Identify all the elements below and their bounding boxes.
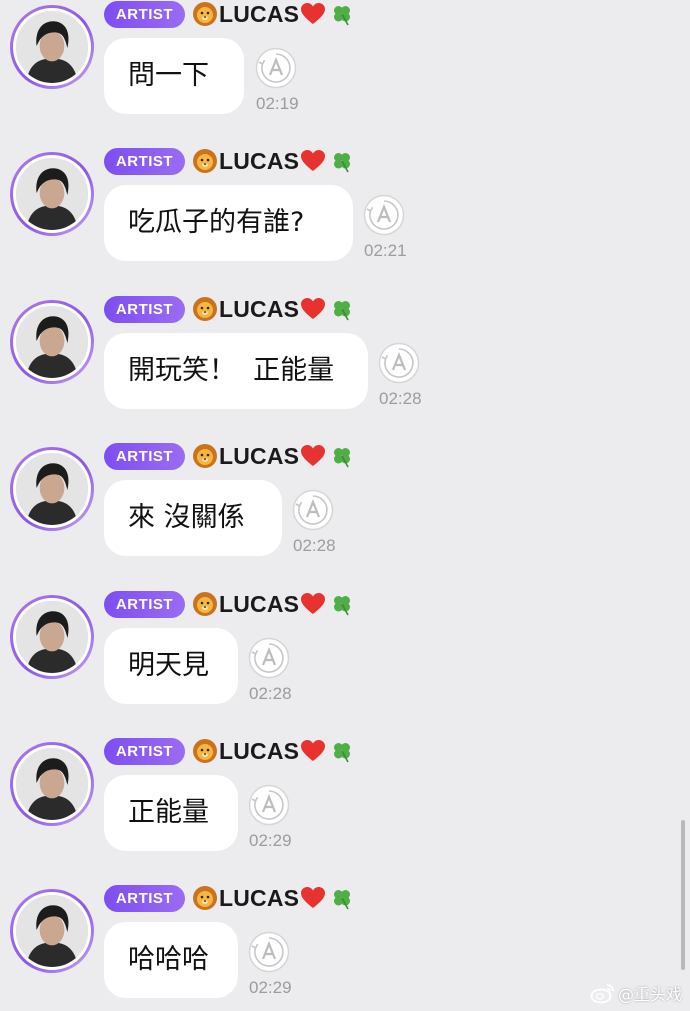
artist-badge: ARTIST xyxy=(104,885,185,912)
auto-translate-icon[interactable] xyxy=(378,342,420,384)
avatar-photo xyxy=(16,453,88,525)
avatar[interactable] xyxy=(10,152,94,236)
four-leaf-clover-icon xyxy=(334,301,351,321)
auto-translate-icon[interactable] xyxy=(248,784,290,826)
sender-name: LUCAS xyxy=(219,442,300,469)
sender-name: LUCAS xyxy=(219,884,300,911)
sender-name-row: LUCAS xyxy=(192,295,354,323)
lion-face-icon xyxy=(193,739,217,763)
weibo-logo-icon xyxy=(590,984,614,1004)
watermark-text: @重头戏 xyxy=(617,985,682,1004)
auto-translate-icon[interactable] xyxy=(363,194,405,236)
auto-translate-icon[interactable] xyxy=(248,931,290,973)
four-leaf-clover-icon xyxy=(334,890,351,910)
message-bubble[interactable]: 明天見 xyxy=(104,628,238,704)
message-time: 02:28 xyxy=(293,536,336,555)
red-heart-icon xyxy=(301,3,326,24)
red-heart-icon xyxy=(301,150,326,171)
scrollbar[interactable] xyxy=(681,820,685,970)
avatar-photo xyxy=(16,601,88,673)
chat-message: ARTIST LUCAS 正能量 02:29 xyxy=(0,737,690,867)
sender-name-row: LUCAS xyxy=(192,884,354,912)
artist-badge: ARTIST xyxy=(104,148,185,175)
avatar-photo xyxy=(16,306,88,378)
chat-message-list[interactable]: ARTIST LUCAS 問一下 02:19 ARTIST LUCAS 吃瓜子的… xyxy=(0,0,690,1011)
auto-translate-icon[interactable] xyxy=(248,637,290,679)
chat-message: ARTIST LUCAS 吃瓜子的有誰? 02:21 xyxy=(0,147,690,277)
avatar[interactable] xyxy=(10,595,94,679)
artist-badge: ARTIST xyxy=(104,296,185,323)
message-time: 02:28 xyxy=(379,389,422,408)
four-leaf-clover-icon xyxy=(334,153,351,173)
message-bubble[interactable]: 哈哈哈 xyxy=(104,922,238,998)
lion-face-icon xyxy=(193,297,217,321)
message-bubble[interactable]: 吃瓜子的有誰? xyxy=(104,185,353,261)
red-heart-icon xyxy=(301,740,326,761)
avatar[interactable] xyxy=(10,300,94,384)
red-heart-icon xyxy=(301,887,326,908)
message-bubble[interactable]: 問一下 xyxy=(104,38,244,114)
chat-message: ARTIST LUCAS 開玩笑！ 正能量 02:28 xyxy=(0,295,690,425)
lion-face-icon xyxy=(193,2,217,26)
lion-face-icon xyxy=(193,592,217,616)
red-heart-icon xyxy=(301,298,326,319)
artist-badge: ARTIST xyxy=(104,591,185,618)
sender-name: LUCAS xyxy=(219,147,300,174)
sender-name: LUCAS xyxy=(219,295,300,322)
sender-name-row: LUCAS xyxy=(192,590,354,618)
avatar[interactable] xyxy=(10,5,94,89)
lion-face-icon xyxy=(193,444,217,468)
chat-message: ARTIST LUCAS 問一下 02:19 xyxy=(0,0,690,130)
sender-name-row: LUCAS xyxy=(192,442,354,470)
chat-message: ARTIST LUCAS 哈哈哈 02:29 xyxy=(0,884,690,1011)
weibo-watermark: @重头戏 xyxy=(590,981,682,1005)
sender-name-row: LUCAS xyxy=(192,737,354,765)
four-leaf-clover-icon xyxy=(334,6,351,26)
lion-face-icon xyxy=(193,886,217,910)
message-time: 02:19 xyxy=(256,94,299,113)
avatar-photo xyxy=(16,748,88,820)
message-bubble[interactable]: 正能量 xyxy=(104,775,238,851)
avatar-photo xyxy=(16,895,88,967)
avatar[interactable] xyxy=(10,447,94,531)
four-leaf-clover-icon xyxy=(334,596,351,616)
sender-name-row: LUCAS xyxy=(192,0,354,28)
artist-badge: ARTIST xyxy=(104,738,185,765)
message-time: 02:28 xyxy=(249,684,292,703)
message-time: 02:21 xyxy=(364,241,407,260)
avatar[interactable] xyxy=(10,889,94,973)
message-bubble[interactable]: 開玩笑！ 正能量 xyxy=(104,333,368,409)
sender-name-row: LUCAS xyxy=(192,147,354,175)
chat-message: ARTIST LUCAS 明天見 02:28 xyxy=(0,590,690,720)
avatar-photo xyxy=(16,11,88,83)
red-heart-icon xyxy=(301,593,326,614)
red-heart-icon xyxy=(301,445,326,466)
four-leaf-clover-icon xyxy=(334,743,351,763)
artist-badge: ARTIST xyxy=(104,443,185,470)
artist-badge: ARTIST xyxy=(104,1,185,28)
sender-name: LUCAS xyxy=(219,737,300,764)
sender-name: LUCAS xyxy=(219,0,300,27)
message-bubble[interactable]: 來 沒關係 xyxy=(104,480,282,556)
auto-translate-icon[interactable] xyxy=(292,489,334,531)
message-time: 02:29 xyxy=(249,978,292,997)
auto-translate-icon[interactable] xyxy=(255,47,297,89)
chat-message: ARTIST LUCAS 來 沒關係 02:28 xyxy=(0,442,690,572)
lion-face-icon xyxy=(193,149,217,173)
avatar-photo xyxy=(16,158,88,230)
message-time: 02:29 xyxy=(249,831,292,850)
avatar[interactable] xyxy=(10,742,94,826)
sender-name: LUCAS xyxy=(219,590,300,617)
four-leaf-clover-icon xyxy=(334,448,351,468)
